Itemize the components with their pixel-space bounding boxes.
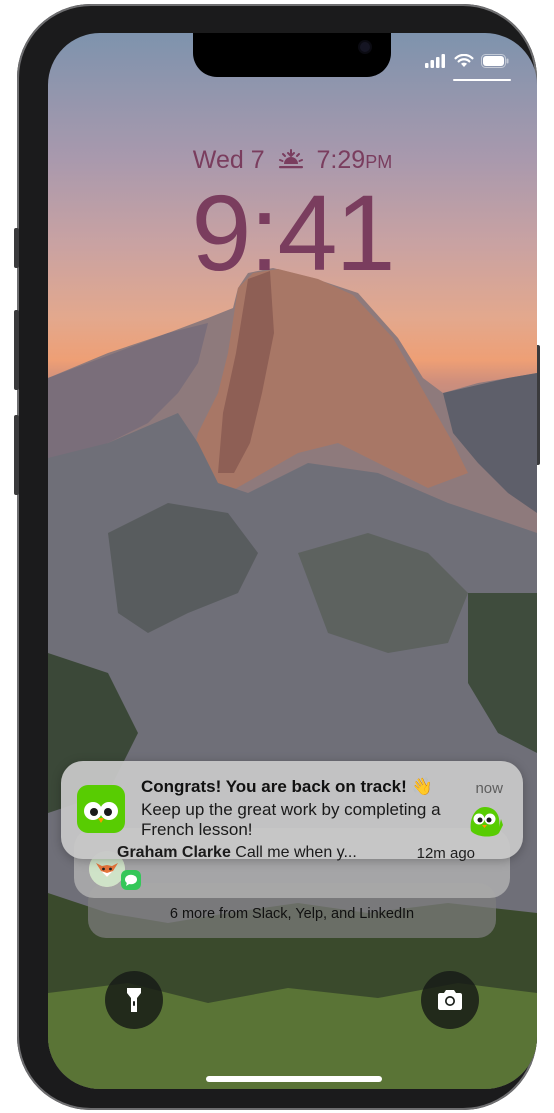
sunset-icon <box>278 149 303 169</box>
duolingo-owl-attachment-icon <box>470 807 503 837</box>
duolingo-icon <box>77 785 125 833</box>
front-camera <box>360 42 370 52</box>
camera-icon <box>438 990 462 1010</box>
flashlight-button[interactable] <box>105 971 163 1029</box>
home-indicator[interactable] <box>206 1076 382 1082</box>
messages-icon <box>121 870 141 890</box>
duolingo-notification[interactable]: Congrats! You are back on track! 👋 Keep … <box>61 761 523 862</box>
volume-down-button <box>14 415 19 495</box>
status-bar <box>425 54 509 68</box>
lock-screen: Wed 7 7:29PM 9:41 Congrats! You are back… <box>48 33 537 1089</box>
more-notifications-summary[interactable]: 6 more from Slack, Yelp, and LinkedIn <box>88 906 496 922</box>
date-label: Wed 7 <box>192 146 265 174</box>
signal-icon <box>425 54 445 68</box>
messages-bubble-glyph <box>125 874 137 886</box>
message-text: Call me when y... <box>235 844 357 861</box>
message-preview: Graham Clarke Call me when y... <box>117 844 357 862</box>
clock-time: 9:41 <box>191 172 395 293</box>
duolingo-owl-glyph <box>84 802 118 823</box>
sunset-time: 7:29 <box>316 146 366 174</box>
wifi-icon <box>454 54 474 67</box>
date-line: Wed 7 7:29PM <box>48 146 537 175</box>
sunset-ampm: PM <box>365 152 393 172</box>
battery-icon <box>481 54 509 68</box>
notification-time: now <box>475 780 503 797</box>
message-sender: Graham Clarke <box>117 844 231 861</box>
dynamic-notch <box>193 33 391 77</box>
message-time: 12m ago <box>416 845 475 862</box>
camera-button[interactable] <box>421 971 479 1029</box>
notification-title: Congrats! You are back on track! 👋 <box>141 777 433 796</box>
volume-up-button <box>14 310 19 390</box>
action-button <box>14 228 19 268</box>
control-center-indicator[interactable] <box>453 79 511 81</box>
notification-body: Keep up the great work by completing a F… <box>141 800 441 839</box>
flashlight-icon <box>127 988 141 1012</box>
